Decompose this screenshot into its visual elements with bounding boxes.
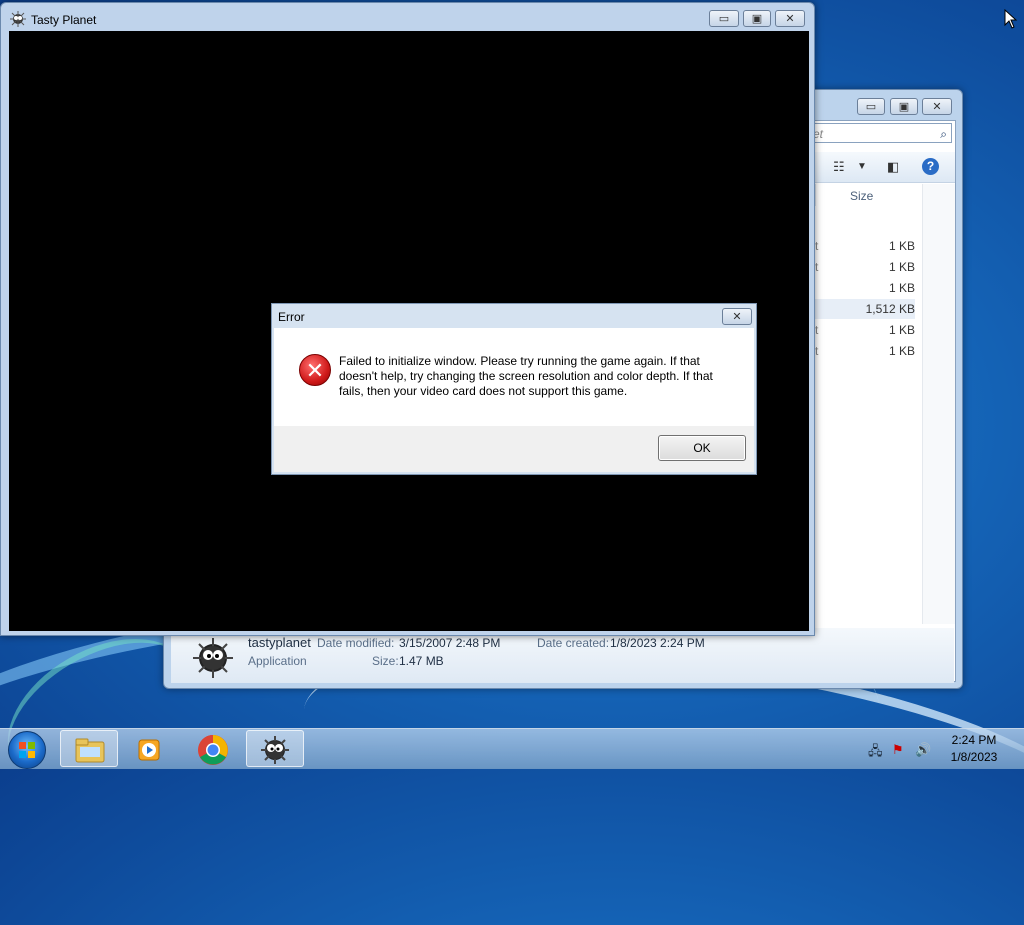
taskbar-media-player-button[interactable] — [120, 730, 178, 767]
details-date-modified: 3/15/2007 2:48 PM — [399, 636, 501, 650]
list-item[interactable]: t1 KB — [815, 341, 915, 361]
details-file-name: tastyplanet — [248, 635, 311, 650]
details-pane: tastyplanet Application Date modified: 3… — [171, 628, 954, 683]
views-icon[interactable]: ☷ — [833, 159, 845, 175]
clock-time[interactable]: 2:24 PM — [944, 733, 1004, 747]
explorer-minimize-button[interactable]: ▭ — [857, 98, 885, 115]
details-file-type: Application — [248, 654, 307, 668]
explorer-search-input[interactable]: et ⌕ — [810, 123, 952, 143]
network-icon[interactable]: 🖧 — [868, 742, 883, 764]
list-item[interactable]: t1 KB — [815, 236, 915, 256]
chevron-down-icon[interactable]: ▼ — [857, 161, 867, 172]
taskbar-explorer-button[interactable] — [60, 730, 118, 767]
dialog-close-button[interactable]: ✕ — [722, 308, 752, 325]
tastyplanet-app-icon — [193, 638, 233, 678]
explorer-toolbar: ☷ ▼ ◧ ? — [815, 152, 955, 183]
tastyplanet-icon — [10, 11, 26, 27]
details-date-created: 1/8/2023 2:24 PM — [610, 636, 705, 650]
mouse-cursor-icon — [1004, 9, 1018, 29]
taskbar: 🖧 ⚑ 🔊 — [0, 728, 1024, 769]
explorer-maximize-button[interactable]: ▣ — [890, 98, 918, 115]
file-size: 1 KB — [888, 239, 915, 253]
dialog-title: Error — [278, 310, 305, 324]
volume-icon[interactable]: 🔊 — [915, 742, 931, 758]
chrome-icon — [198, 735, 228, 765]
maximize-button[interactable]: ▣ — [743, 10, 771, 27]
window-title: Tasty Planet — [31, 13, 97, 27]
ok-button[interactable]: OK — [658, 435, 746, 461]
error-icon: ✕ — [299, 354, 331, 386]
file-size: 1 KB — [888, 281, 915, 295]
list-item[interactable]: t1 KB — [815, 257, 915, 277]
minimize-button[interactable]: ▭ — [709, 10, 739, 27]
folder-icon — [75, 738, 105, 763]
preview-pane-icon[interactable]: ◧ — [887, 159, 899, 175]
taskbar-tastyplanet-button[interactable] — [246, 730, 304, 767]
list-item[interactable]: 1 KB — [815, 278, 915, 298]
details-size: 1.47 MB — [399, 654, 444, 668]
search-icon[interactable]: ⌕ — [940, 124, 947, 144]
clock-date[interactable]: 1/8/2023 — [944, 750, 1004, 764]
taskbar-chrome-button[interactable] — [183, 730, 241, 767]
action-center-flag-icon[interactable]: ⚑ — [892, 742, 904, 758]
file-size: 1 KB — [888, 323, 915, 337]
column-header-size[interactable]: Size — [815, 184, 922, 206]
file-size: 1,512 KB — [865, 302, 915, 316]
list-item[interactable]: t1 KB — [815, 320, 915, 340]
dialog-body: ✕ Failed to initialize window. Please tr… — [274, 328, 754, 426]
error-dialog[interactable]: Error ✕ ✕ Failed to initialize window. P… — [271, 303, 757, 475]
file-size: 1 KB — [888, 344, 915, 358]
list-item-selected[interactable]: 1,512 KB — [815, 299, 915, 319]
details-date-created-label: Date created: — [537, 636, 610, 650]
dialog-footer: OK — [274, 426, 754, 472]
file-size: 1 KB — [888, 260, 915, 274]
help-icon[interactable]: ? — [922, 158, 939, 175]
details-date-modified-label: Date modified: — [317, 636, 395, 650]
column-size-label: Size — [850, 189, 874, 203]
tastyplanet-taskbar-icon — [261, 736, 289, 764]
windows-logo-icon — [19, 742, 35, 758]
details-size-label: Size: — [372, 654, 399, 668]
close-button[interactable]: ✕ — [775, 10, 805, 27]
explorer-close-button[interactable]: ✕ — [922, 98, 952, 115]
error-message: Failed to initialize window. Please try … — [339, 354, 713, 398]
explorer-scrollbar[interactable] — [922, 184, 955, 624]
media-player-icon — [138, 739, 160, 761]
start-button[interactable] — [8, 731, 46, 769]
